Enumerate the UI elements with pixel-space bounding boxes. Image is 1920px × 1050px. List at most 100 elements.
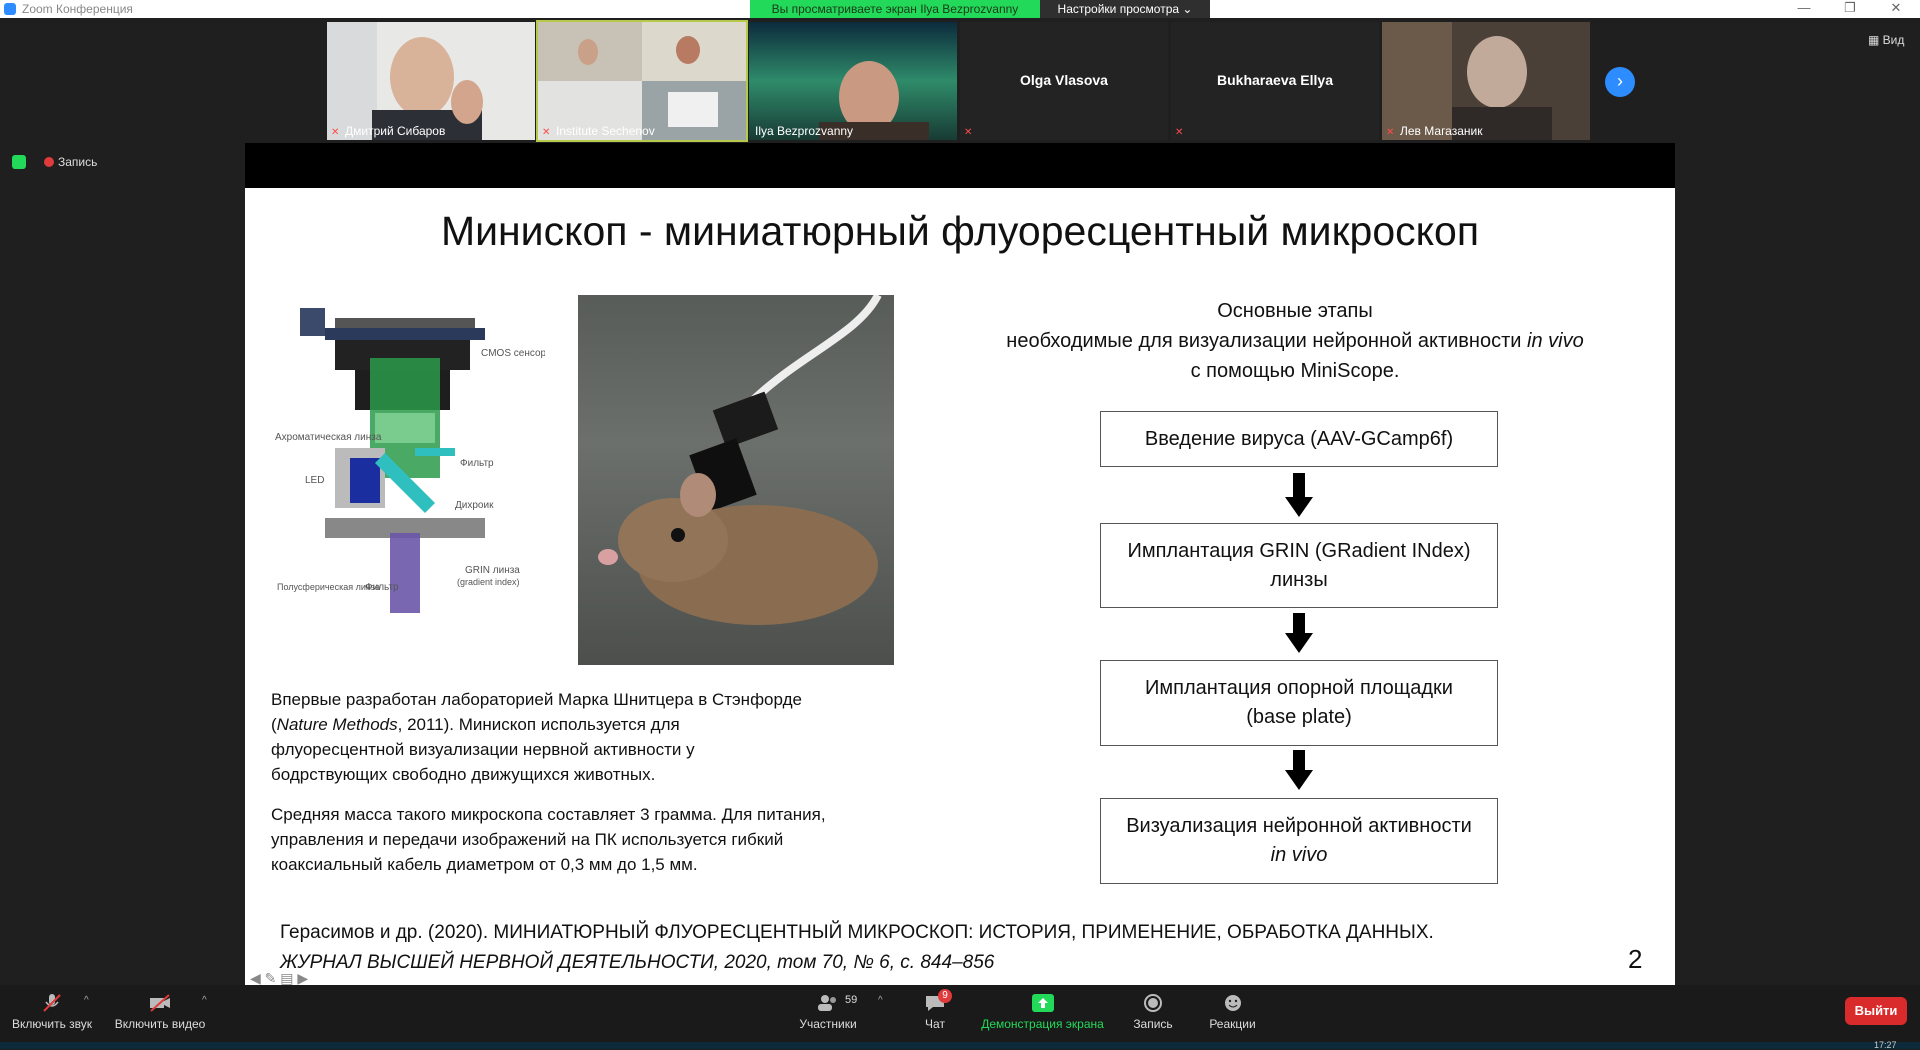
share-screen-label: Демонстрация экрана	[981, 1017, 1104, 1031]
participant-tile[interactable]: Ilya Bezprozvanny	[749, 22, 957, 140]
record-button[interactable]: Запись	[1128, 985, 1178, 1042]
meeting-toolbar: Включить звук ^ Включить видео ^ Участни…	[0, 985, 1920, 1042]
close-button[interactable]: ✕	[1876, 0, 1916, 18]
recording-indicator[interactable]: Запись	[44, 155, 97, 169]
pen-icon[interactable]: ✎	[265, 970, 277, 986]
view-label: Вид	[1882, 33, 1905, 47]
down-arrow-icon	[1285, 750, 1313, 790]
zoom-logo-icon	[4, 3, 16, 15]
muted-mic-icon: ✕	[1386, 127, 1395, 138]
stages-subtitle-italic: in vivo	[1527, 330, 1584, 352]
chevron-up-icon[interactable]: ^	[84, 995, 89, 1006]
participant-tile[interactable]: ✕ Лев Магазаник	[1382, 22, 1590, 140]
step-line1: Введение вируса (AAV-GCamp6f)	[1144, 427, 1454, 450]
label-filter2: Фильтр	[365, 582, 399, 593]
mouse-photo-image	[598, 295, 882, 625]
desc1-line2: (Nature Methods, 2011). Минископ использ…	[271, 715, 680, 734]
muted-mic-icon: ✕	[542, 127, 551, 138]
emoji-smile-icon	[1224, 995, 1241, 1011]
unmute-button[interactable]: Включить звук	[8, 985, 96, 1042]
muted-mic-icon: ✕	[331, 127, 340, 138]
minimize-button[interactable]: —	[1784, 0, 1824, 18]
chat-label: Чат	[925, 1017, 945, 1031]
security-shield-icon[interactable]	[12, 155, 26, 169]
stages-header: Основные этапы необходимые для визуализа…	[945, 296, 1645, 386]
participant-tile[interactable]: ✕ Дмитрий Сибаров	[327, 22, 535, 140]
recording-label: Запись	[58, 155, 98, 169]
participant-name: Bukharaeva Ellya	[1217, 72, 1333, 88]
view-settings-button[interactable]: Настройки просмотра ⌄	[1040, 0, 1210, 18]
desc1-line2-rest: , 2011). Минископ используется для	[397, 715, 680, 734]
label-filter: Фильтр	[460, 458, 494, 469]
restore-button[interactable]: ❐	[1830, 0, 1870, 18]
start-video-button[interactable]: Включить видео	[112, 985, 208, 1042]
stages-title: Основные этапы	[1217, 300, 1373, 322]
chevron-up-icon[interactable]: ^	[878, 995, 883, 1006]
shared-slide: Минископ - миниатюрный флуоресцентный ми…	[245, 188, 1675, 985]
next-page-arrow-icon[interactable]: ›	[1605, 67, 1635, 97]
step-line2: линзы	[1270, 568, 1328, 591]
page-number: 2	[1628, 944, 1643, 974]
label-led: LED	[305, 475, 324, 486]
participant-tile-active[interactable]: ✕ Institute Sechenov	[536, 20, 748, 142]
participant-tile[interactable]: Bukharaeva Ellya ✕	[1171, 22, 1379, 140]
label-achromatic: Ахроматическая линза	[275, 432, 382, 443]
participant-video	[749, 22, 957, 140]
slide-description-1: Впервые разработан лабораторией Марка Шн…	[271, 687, 891, 787]
participants-count: 59	[845, 994, 858, 1006]
down-arrow-icon	[1285, 613, 1313, 653]
step-line1: Имплантация GRIN (GRadient INdex)	[1127, 539, 1471, 562]
participant-video	[538, 22, 746, 140]
view-button[interactable]: ▦ Вид	[1868, 33, 1904, 47]
participant-name: Institute Sechenov	[556, 124, 655, 138]
chevron-up-icon[interactable]: ^	[202, 995, 207, 1006]
participant-name: Дмитрий Сибаров	[345, 124, 446, 138]
participant-name: Ilya Bezprozvanny	[755, 124, 854, 138]
screen-share-banner: Вы просматриваете экран Ilya Bezprozvann…	[750, 0, 1040, 18]
leave-meeting-button[interactable]: Выйти	[1845, 997, 1907, 1025]
step-box: Визуализация нейронной активности in viv…	[1100, 798, 1498, 884]
step-line1: Имплантация опорной площадки	[1145, 677, 1453, 699]
step-line2: (base plate)	[1246, 706, 1352, 728]
participants-icon	[818, 995, 836, 1011]
record-dot-icon	[44, 157, 54, 167]
record-label: Запись	[1133, 1017, 1173, 1031]
start-video-label: Включить видео	[114, 1017, 206, 1031]
mouse-photo	[578, 295, 894, 665]
participant-video	[327, 22, 535, 140]
chat-button[interactable]: Чат	[910, 985, 960, 1042]
chat-unread-badge: 9	[938, 989, 952, 1003]
reactions-button[interactable]: Реакции	[1205, 985, 1260, 1042]
slide-description-2: Средняя масса такого микроскопа составля…	[271, 805, 826, 874]
window-titlebar: Zoom Конференция Вы просматриваете экран…	[0, 0, 1920, 18]
shared-screen-black-bar	[245, 143, 1675, 188]
step-box: Имплантация GRIN (GRadient INdex) линзы	[1100, 523, 1498, 608]
right-arrow-icon[interactable]: ▶	[297, 970, 308, 986]
step-line1: Визуализация нейронной активности	[1126, 815, 1472, 837]
muted-microphone-icon	[43, 994, 61, 1012]
label-grin: GRIN линза	[465, 565, 520, 576]
share-screen-button[interactable]: Демонстрация экрана	[975, 985, 1110, 1042]
label-grin-sub: (gradient index)	[457, 577, 520, 587]
stages-subtitle-1: необходимые для визуализации нейронной а…	[945, 326, 1645, 356]
muted-mic-icon: ✕	[964, 127, 973, 138]
label-cmos: CMOS сенсор	[481, 348, 545, 359]
journal-name: Nature Methods	[276, 715, 398, 734]
grid-icon: ▦	[1868, 33, 1883, 47]
step-box: Введение вируса (AAV-GCamp6f)	[1100, 411, 1498, 467]
step-line2: in vivo	[1270, 844, 1328, 866]
participant-name: Лев Магазаник	[1400, 124, 1483, 138]
menu-icon[interactable]: ▤	[280, 970, 293, 986]
left-arrow-icon[interactable]: ◀	[250, 970, 261, 986]
stages-subtitle-text: необходимые для визуализации нейронной а…	[1006, 330, 1522, 352]
participants-label: Участники	[799, 1017, 857, 1031]
desc1-line4: бодрствующих свободно движущихся животны…	[271, 765, 656, 784]
participant-tile[interactable]: Olga Vlasova ✕	[960, 22, 1168, 140]
video-off-icon	[150, 994, 170, 1012]
record-icon	[1144, 994, 1162, 1012]
unmute-label: Включить звук	[11, 1017, 93, 1031]
miniscope-diagram: CMOS сенсор Ахроматическая линза Фильтр …	[275, 308, 545, 613]
citation: Герасимов и др. (2020). МИНИАТЮРНЫЙ ФЛУО…	[280, 918, 1434, 978]
muted-mic-icon: ✕	[1175, 127, 1184, 138]
participant-video	[1382, 22, 1590, 140]
